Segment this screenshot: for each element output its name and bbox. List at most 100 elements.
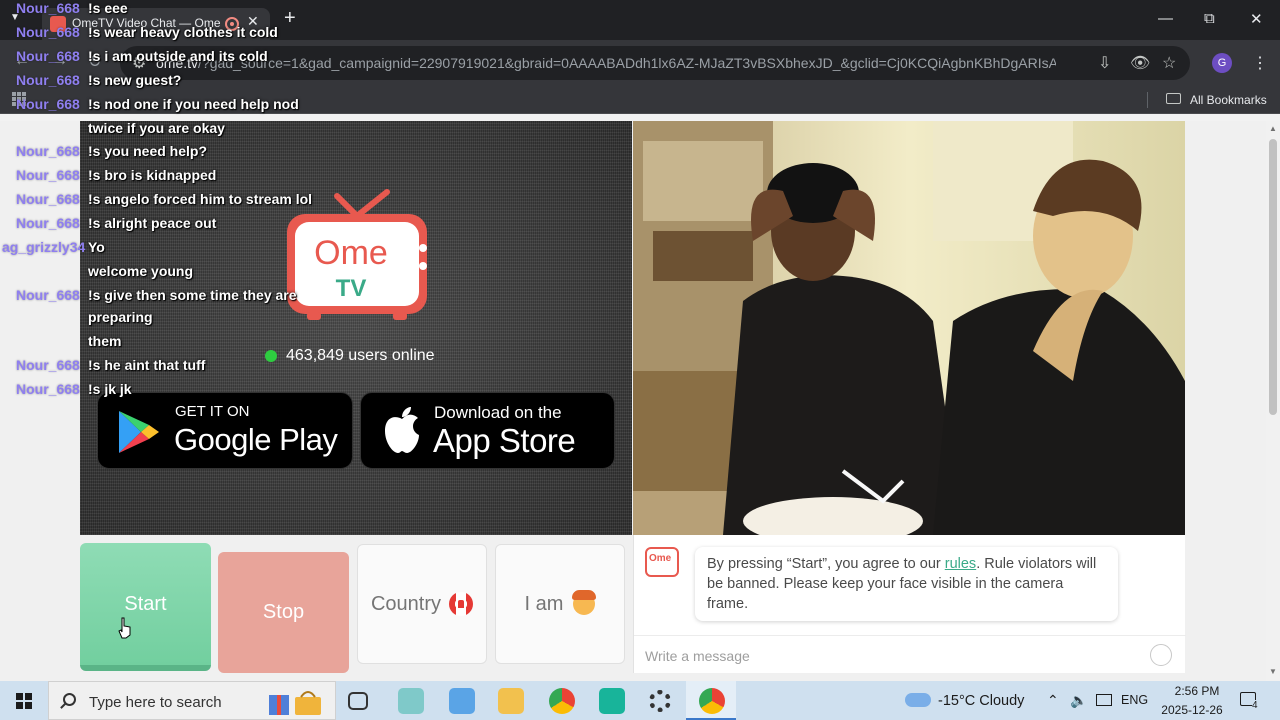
- message-placeholder: Write a message: [645, 648, 750, 664]
- overlay-chat-message: welcome young: [88, 263, 194, 279]
- overlay-chat-message: !s you need help?: [88, 143, 208, 159]
- overlay-chat-message: !s he aint that tuff: [88, 357, 206, 373]
- overlay-chat-line: Nour_668 !s he aint that tuff: [0, 357, 310, 379]
- canada-flag-icon: [449, 592, 474, 616]
- overlay-chat-username: ag_grizzly34: [2, 239, 86, 255]
- tracking-protection-icon[interactable]: 👁: [1130, 53, 1150, 73]
- overlay-chat-line: Nour_668 !s angelo forced him to stream l…: [0, 191, 312, 213]
- google-play-button[interactable]: GET IT ON Google Play: [97, 392, 353, 469]
- overlay-chat-username: Nour_668: [16, 48, 80, 64]
- overlay-chat-message: Yo: [88, 239, 105, 255]
- show-hidden-icons-icon[interactable]: ⌃: [1047, 692, 1059, 709]
- overlay-chat-line: Nour_668 !s new guest?: [0, 72, 310, 94]
- weather-text[interactable]: -15°C Cloudy: [938, 693, 1024, 709]
- overlay-chat-username: Nour_668: [16, 72, 80, 88]
- start-button[interactable]: Start: [80, 543, 211, 671]
- hand-cursor-icon: [118, 617, 131, 639]
- settings-icon[interactable]: [649, 690, 671, 712]
- overlay-chat-line: Nour_668 !s alright peace out: [0, 215, 310, 237]
- app-store-small-text: Download on the: [434, 403, 562, 422]
- windows-taskbar: Type here to search -15°C Cloudy ⌃ 🔈 ENG…: [0, 681, 1280, 720]
- overlay-chat-line: preparing: [0, 309, 310, 331]
- ometv-bot-avatar: Ome: [645, 547, 679, 577]
- scroll-up-icon[interactable]: ▲: [1269, 124, 1277, 133]
- minimize-icon[interactable]: —: [1158, 10, 1173, 27]
- restore-icon[interactable]: ⧉: [1204, 10, 1215, 27]
- country-label: Country: [370, 592, 442, 615]
- profile-avatar[interactable]: G: [1212, 53, 1232, 73]
- chrome-profile-icon[interactable]: [699, 688, 725, 714]
- gift-shopping-icon: [269, 691, 321, 715]
- overlay-chat-message: !s give then some time they are: [88, 287, 297, 303]
- overlay-chat-message: preparing: [88, 309, 153, 325]
- chrome-icon[interactable]: [549, 688, 575, 714]
- person-emoji-icon: [572, 590, 597, 615]
- browser-menu-icon[interactable]: ⋮: [1252, 53, 1268, 73]
- taskbar-search-placeholder: Type here to search: [89, 694, 222, 711]
- stop-button[interactable]: Stop: [218, 552, 349, 673]
- cloud-icon: [905, 693, 931, 707]
- apple-icon: [385, 407, 419, 453]
- stop-label: Stop: [262, 601, 305, 623]
- overlay-chat-line: Nour_668 !s you need help?: [0, 143, 310, 165]
- system-message: By pressing “Start”, you agree to our ru…: [695, 547, 1118, 621]
- install-app-icon[interactable]: ⇩: [1098, 53, 1111, 73]
- message-input[interactable]: Write a message: [634, 635, 1186, 673]
- page-scrollbar[interactable]: ▲ ▼: [1266, 121, 1280, 681]
- i-am-label: I am: [524, 592, 564, 615]
- taskbar-search[interactable]: Type here to search: [48, 681, 336, 720]
- app-store-button[interactable]: Download on the App Store: [360, 392, 615, 469]
- country-filter-button[interactable]: Country: [357, 544, 487, 664]
- clock-time[interactable]: 2:56 PM: [1166, 684, 1228, 698]
- stranger-video-panel: [633, 121, 1185, 535]
- overlay-chat-message: !s alright peace out: [88, 215, 217, 231]
- overlay-chat-username: Nour_668: [16, 0, 80, 16]
- windows-start-icon[interactable]: [16, 693, 32, 709]
- overlay-chat-line: welcome young: [0, 263, 310, 285]
- start-label: Start: [124, 592, 167, 615]
- overlay-chat-line: them: [0, 333, 310, 355]
- overlay-chat-username: Nour_668: [16, 143, 80, 159]
- notification-count: 4: [1252, 700, 1258, 711]
- google-play-small-text: GET IT ON: [175, 403, 250, 420]
- overlay-chat-username: Nour_668: [16, 215, 80, 231]
- file-explorer-icon[interactable]: [498, 688, 524, 714]
- overlay-chat-line: ag_grizzly34 Yo: [0, 239, 310, 261]
- bookmark-star-icon[interactable]: ☆: [1162, 53, 1176, 73]
- task-view-icon[interactable]: [348, 692, 368, 710]
- overlay-chat-username: Nour_668: [16, 191, 80, 207]
- overlay-chat-line: Nour_668 !s wear heavy clothes it cold: [0, 24, 310, 46]
- app-icon-chat[interactable]: [599, 688, 625, 714]
- rules-link[interactable]: rules: [945, 556, 976, 572]
- overlay-chat-line: Nour_668 !s give then some time they are: [0, 287, 310, 309]
- scroll-down-icon[interactable]: ▼: [1269, 667, 1277, 676]
- overlay-chat-message: !s eee: [88, 0, 128, 16]
- folder-icon: [1166, 93, 1181, 104]
- overlay-chat-message: !s nod one if you need help nod: [88, 96, 299, 112]
- language-indicator[interactable]: ENG: [1121, 693, 1148, 707]
- overlay-chat-username: Nour_668: [16, 287, 80, 303]
- close-window-icon[interactable]: ✕: [1250, 10, 1263, 28]
- overlay-chat-username: Nour_668: [16, 167, 80, 183]
- app-icon-notes[interactable]: [398, 688, 424, 714]
- network-icon[interactable]: [1096, 694, 1112, 706]
- overlay-chat-message: !s wear heavy clothes it cold: [88, 24, 278, 40]
- overlay-chat-message: !s i am outside and its cold: [88, 48, 268, 64]
- overlay-chat-message: !s bro is kidnapped: [88, 167, 217, 183]
- app-icon-computer[interactable]: [449, 688, 475, 714]
- search-icon: [63, 693, 76, 706]
- screen: ▼ OmeTV Video Chat — Ome ✕ + — ⧉ ✕ ← → ↻…: [0, 0, 1280, 720]
- stranger-video-frame: [633, 121, 1185, 535]
- gender-select-button[interactable]: I am: [495, 544, 625, 664]
- overlay-chat-line: Nour_668 !s nod one if you need help nod: [0, 96, 310, 118]
- overlay-chat-line: Nour_668 !s bro is kidnapped: [0, 167, 310, 189]
- overlay-chat-line: Nour_668 !s i am outside and its cold: [0, 48, 310, 70]
- clock-date[interactable]: 2025-12-26: [1156, 703, 1228, 717]
- volume-icon[interactable]: 🔈: [1070, 692, 1087, 709]
- all-bookmarks-button[interactable]: All Bookmarks: [1190, 93, 1267, 107]
- overlay-chat-message: !s jk jk: [88, 381, 132, 397]
- scroll-thumb[interactable]: [1269, 139, 1277, 415]
- emoji-picker-icon[interactable]: [1150, 644, 1172, 666]
- app-store-big-text: App Store: [433, 422, 576, 459]
- svg-text:Ome: Ome: [314, 234, 388, 272]
